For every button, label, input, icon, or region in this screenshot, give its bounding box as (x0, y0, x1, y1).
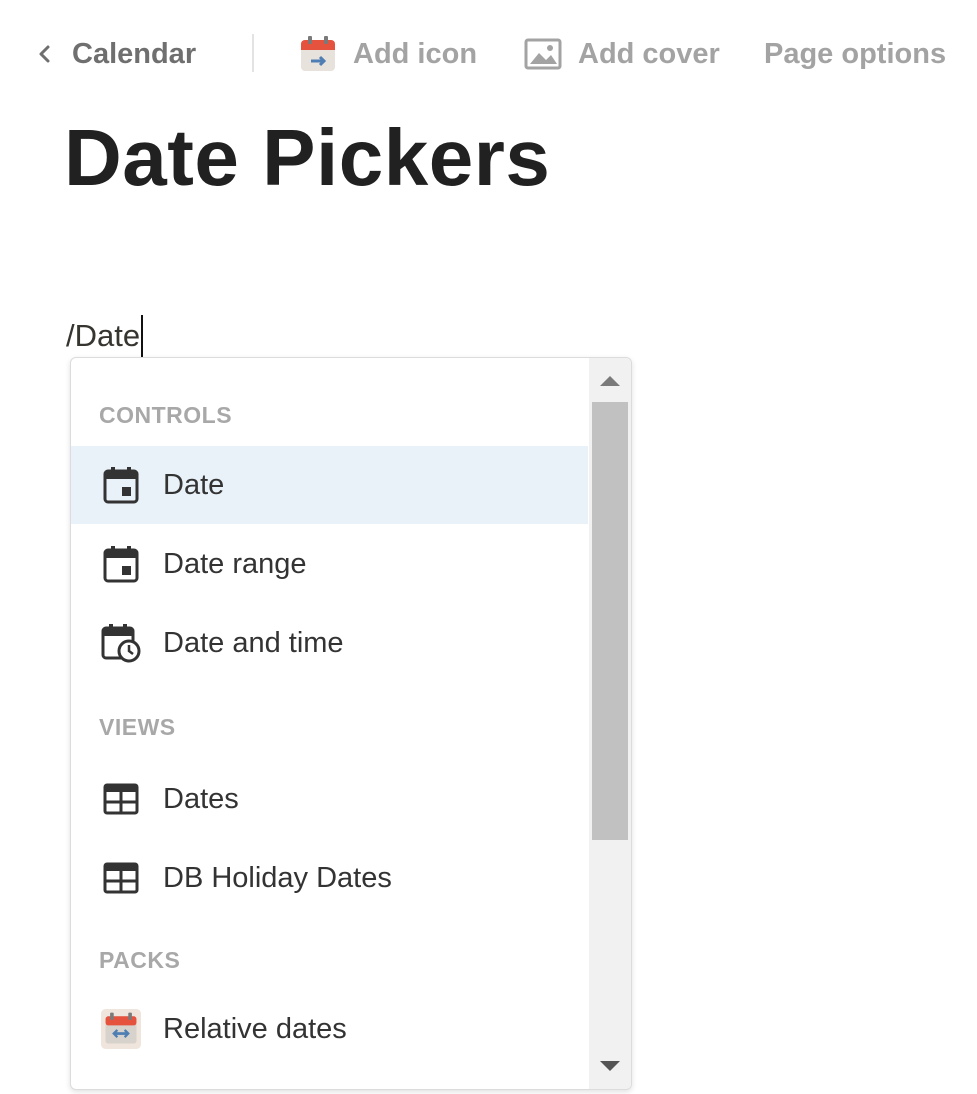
table-icon (101, 779, 141, 819)
menu-scrollbar[interactable] (589, 358, 631, 1089)
image-icon (524, 37, 562, 71)
add-icon-button[interactable]: Add icon (299, 32, 477, 76)
section-header-packs: PACKS (99, 947, 181, 973)
editor-line[interactable]: /Date (66, 312, 144, 360)
menu-item-label: DB Holiday Dates (163, 861, 392, 894)
menu-item-label: Date range (163, 547, 307, 580)
slash-command-menu: CONTROLS Date Date range Date and time V… (70, 357, 632, 1090)
menu-item-label: Date (163, 468, 225, 501)
section-header-controls: CONTROLS (99, 402, 233, 428)
page-options-label: Page options (764, 37, 947, 70)
scrollbar-thumb[interactable] (592, 402, 628, 840)
divider (252, 34, 254, 72)
scroll-down-arrow-icon[interactable] (597, 1057, 623, 1075)
menu-item-dates[interactable]: Dates (71, 760, 588, 838)
calendar-arrow-icon (299, 35, 337, 73)
back-button[interactable]: Calendar (34, 36, 196, 72)
table-icon (101, 858, 141, 898)
menu-item-label: Dates (163, 782, 239, 815)
calendar-icon (101, 544, 141, 584)
add-icon-label: Add icon (353, 37, 478, 70)
add-cover-button[interactable]: Add cover (524, 32, 720, 76)
relative-dates-pack-icon (101, 1009, 141, 1049)
scroll-up-arrow-icon[interactable] (597, 372, 623, 390)
menu-item-date-range[interactable]: Date range (71, 525, 588, 603)
back-label: Calendar (72, 37, 197, 70)
menu-list: CONTROLS Date Date range Date and time V… (71, 358, 588, 1089)
menu-item-label: Date and time (163, 626, 344, 659)
text-caret (141, 315, 144, 357)
menu-item-db-holiday-dates[interactable]: DB Holiday Dates (71, 839, 588, 917)
chevron-left-icon (39, 45, 50, 63)
menu-item-date-and-time[interactable]: Date and time (71, 604, 588, 682)
page-title[interactable]: Date Pickers (64, 108, 550, 208)
page-options-button[interactable]: Page options (764, 32, 946, 76)
add-cover-label: Add cover (578, 37, 720, 70)
page: Calendar Add icon Add cover Page options… (0, 0, 977, 1094)
slash-command-text: /Date (66, 318, 141, 353)
menu-item-date[interactable]: Date (71, 446, 588, 524)
calendar-icon (101, 465, 141, 505)
menu-item-relative-dates[interactable]: Relative dates (71, 990, 588, 1068)
menu-item-label: Relative dates (163, 1012, 347, 1045)
calendar-clock-icon (101, 623, 141, 663)
section-header-views: VIEWS (99, 714, 176, 740)
top-bar: Calendar Add icon Add cover Page options (0, 0, 977, 110)
